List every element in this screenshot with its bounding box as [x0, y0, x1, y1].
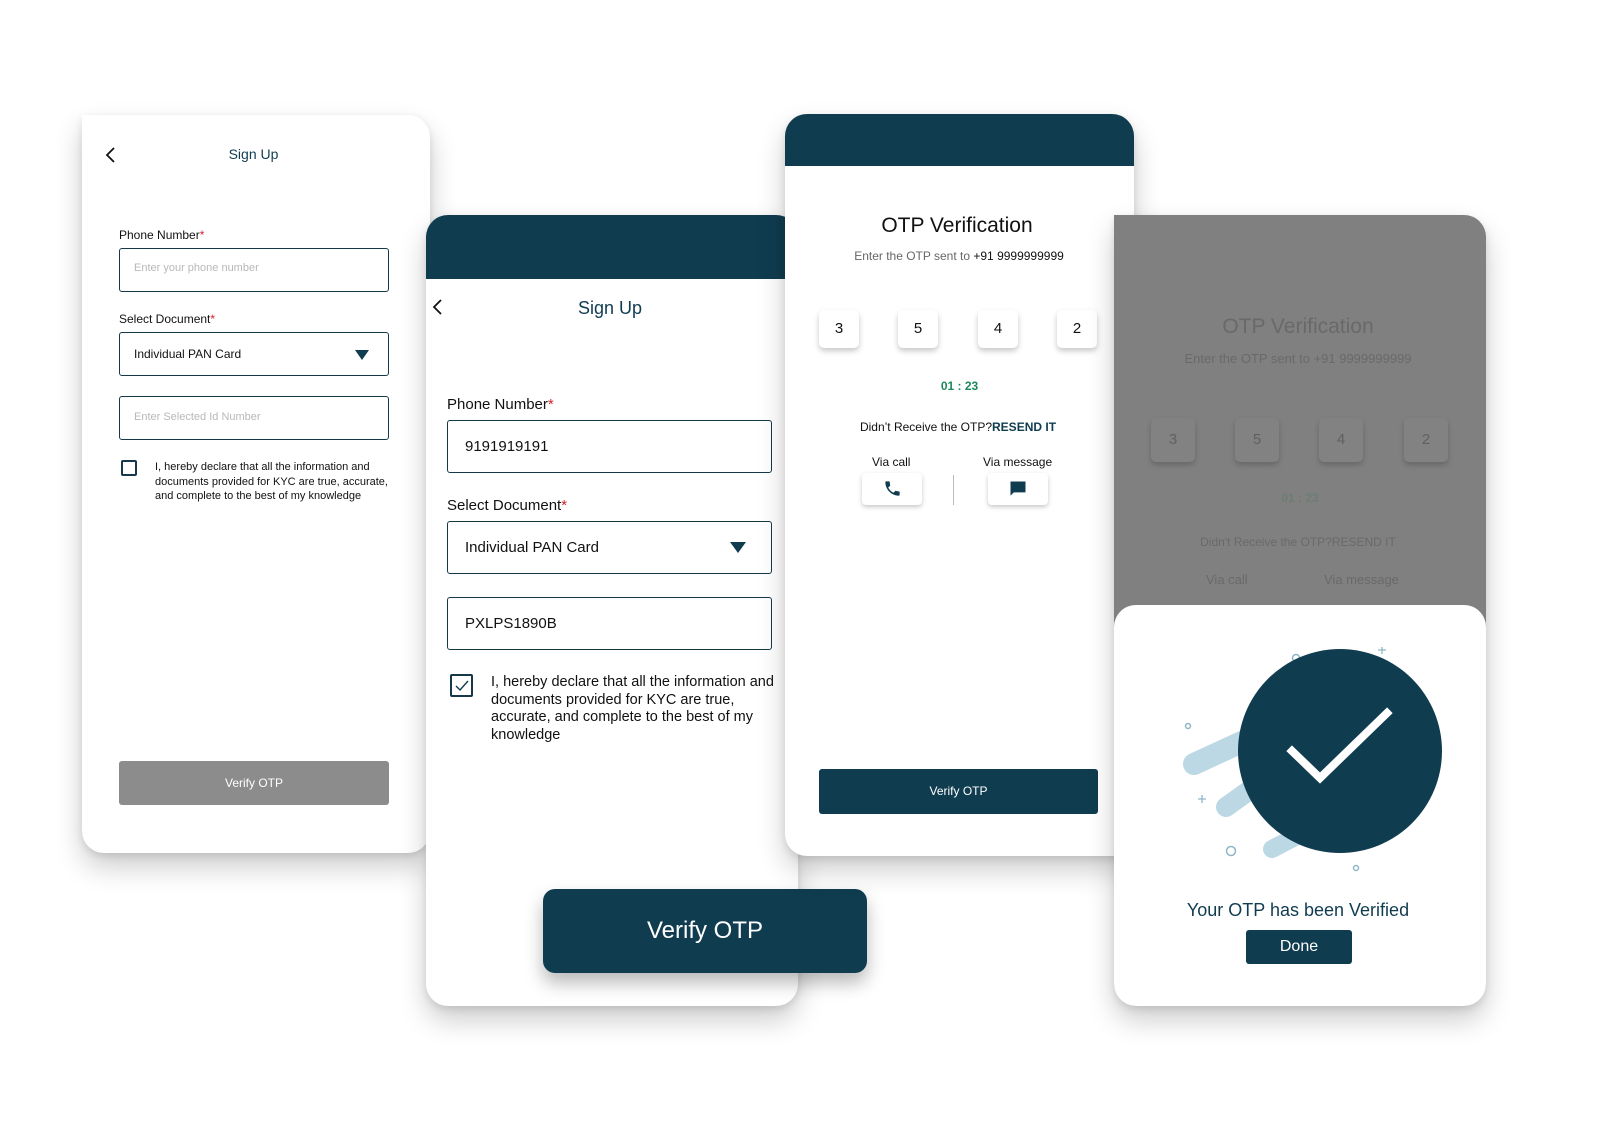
declaration-text: I, hereby declare that all the informati… [155, 461, 388, 502]
otp-digit-4[interactable]: 2 [1057, 310, 1097, 348]
signup-screen-filled: Sign Up Phone Number* 9191919191 Select … [426, 215, 798, 1006]
verify-otp-button[interactable]: Verify OTP [119, 761, 389, 805]
message-button[interactable] [988, 473, 1048, 505]
dimmed-via-message: Via message [1324, 572, 1399, 587]
contact-divider [953, 475, 954, 505]
header-bar [785, 114, 1134, 166]
declaration-text: I, hereby declare that all the informati… [491, 674, 774, 743]
dropdown-arrow-icon [355, 350, 369, 360]
otp-success-screen: OTP Verification Enter the OTP sent to +… [1114, 215, 1486, 1006]
dimmed-otp-digit-4: 2 [1404, 418, 1448, 462]
phone-number-placeholder: Enter your phone number [134, 262, 259, 274]
document-select[interactable]: Individual PAN Card [119, 332, 389, 376]
dimmed-otp-subtitle: Enter the OTP sent to +91 9999999999 [1184, 351, 1412, 366]
otp-digit-3[interactable]: 4 [978, 310, 1018, 348]
via-message-label: Via message [983, 455, 1053, 469]
verify-otp-button-large[interactable]: Verify OTP [543, 889, 867, 973]
phone-number-label: Phone Number* [119, 228, 205, 242]
checkmark-icon [455, 680, 469, 692]
dimmed-otp-digit-3: 4 [1319, 418, 1363, 462]
phone-number-input[interactable]: Enter your phone number [119, 248, 389, 292]
id-number-placeholder: Enter Selected Id Number [134, 411, 261, 423]
otp-title: OTP Verification [881, 214, 1033, 237]
dimmed-via-call: Via call [1206, 572, 1248, 587]
page-title: Sign Up [577, 298, 643, 318]
verify-otp-label: Verify OTP [929, 784, 988, 798]
otp-digit-2[interactable]: 5 [898, 310, 938, 348]
document-select-value: Individual PAN Card [465, 539, 599, 556]
header-bar [426, 215, 798, 279]
declaration-checkbox[interactable] [121, 460, 137, 476]
dimmed-otp-title: OTP Verification [1222, 315, 1374, 338]
dimmed-resend-row: Didn't Receive the OTP?RESEND IT [1200, 535, 1396, 549]
didnt-receive-text: Didn’t Receive the OTP? [859, 420, 993, 434]
success-bottom-sheet: Your OTP has been Verified Done [1114, 605, 1486, 1006]
resend-row: Didn’t Receive the OTP?RESEND IT [785, 420, 1131, 434]
message-icon [1010, 481, 1026, 496]
select-document-label: Select Document* [119, 312, 216, 326]
success-message: Your OTP has been Verified [1186, 900, 1410, 920]
call-button[interactable] [862, 473, 922, 505]
otp-phone: +91 9999999999 [973, 249, 1064, 263]
phone-number-value: 9191919191 [465, 438, 549, 455]
signup-screen-empty: Sign Up Phone Number* Enter your phone n… [82, 115, 430, 853]
verify-otp-button[interactable]: Verify OTP [819, 769, 1098, 814]
verify-otp-label: Verify OTP [224, 776, 283, 790]
declaration-checkbox[interactable] [450, 674, 473, 697]
dimmed-otp-digit-2: 5 [1235, 418, 1279, 462]
document-select[interactable]: Individual PAN Card [447, 521, 772, 574]
page-title: Sign Up [228, 146, 279, 162]
done-label: Done [1279, 938, 1319, 955]
phone-number-label: Phone Number* [447, 396, 554, 413]
done-button[interactable]: Done [1246, 930, 1352, 964]
via-call-label: Via call [872, 455, 911, 469]
phone-icon [885, 481, 900, 496]
dimmed-otp-timer: 01 : 23 [1281, 491, 1319, 505]
phone-number-input[interactable]: 9191919191 [447, 420, 772, 473]
otp-subtitle: Enter the OTP sent to +91 9999999999 [854, 249, 1064, 263]
select-document-label: Select Document* [447, 497, 568, 514]
id-number-value: PXLPS1890B [465, 615, 557, 632]
dropdown-arrow-icon [730, 542, 746, 553]
id-number-input[interactable]: Enter Selected Id Number [119, 396, 389, 440]
verify-otp-label: Verify OTP [646, 917, 764, 944]
otp-timer: 01 : 23 [940, 379, 979, 393]
dimmed-otp-digit-1: 3 [1151, 418, 1195, 462]
otp-verification-screen: OTP Verification Enter the OTP sent to +… [785, 114, 1134, 856]
id-number-input[interactable]: PXLPS1890B [447, 597, 772, 650]
resend-link[interactable]: RESEND IT [992, 420, 1056, 434]
success-check-icon [1183, 647, 1442, 872]
otp-digit-1[interactable]: 3 [819, 310, 859, 348]
document-select-value: Individual PAN Card [134, 347, 242, 361]
